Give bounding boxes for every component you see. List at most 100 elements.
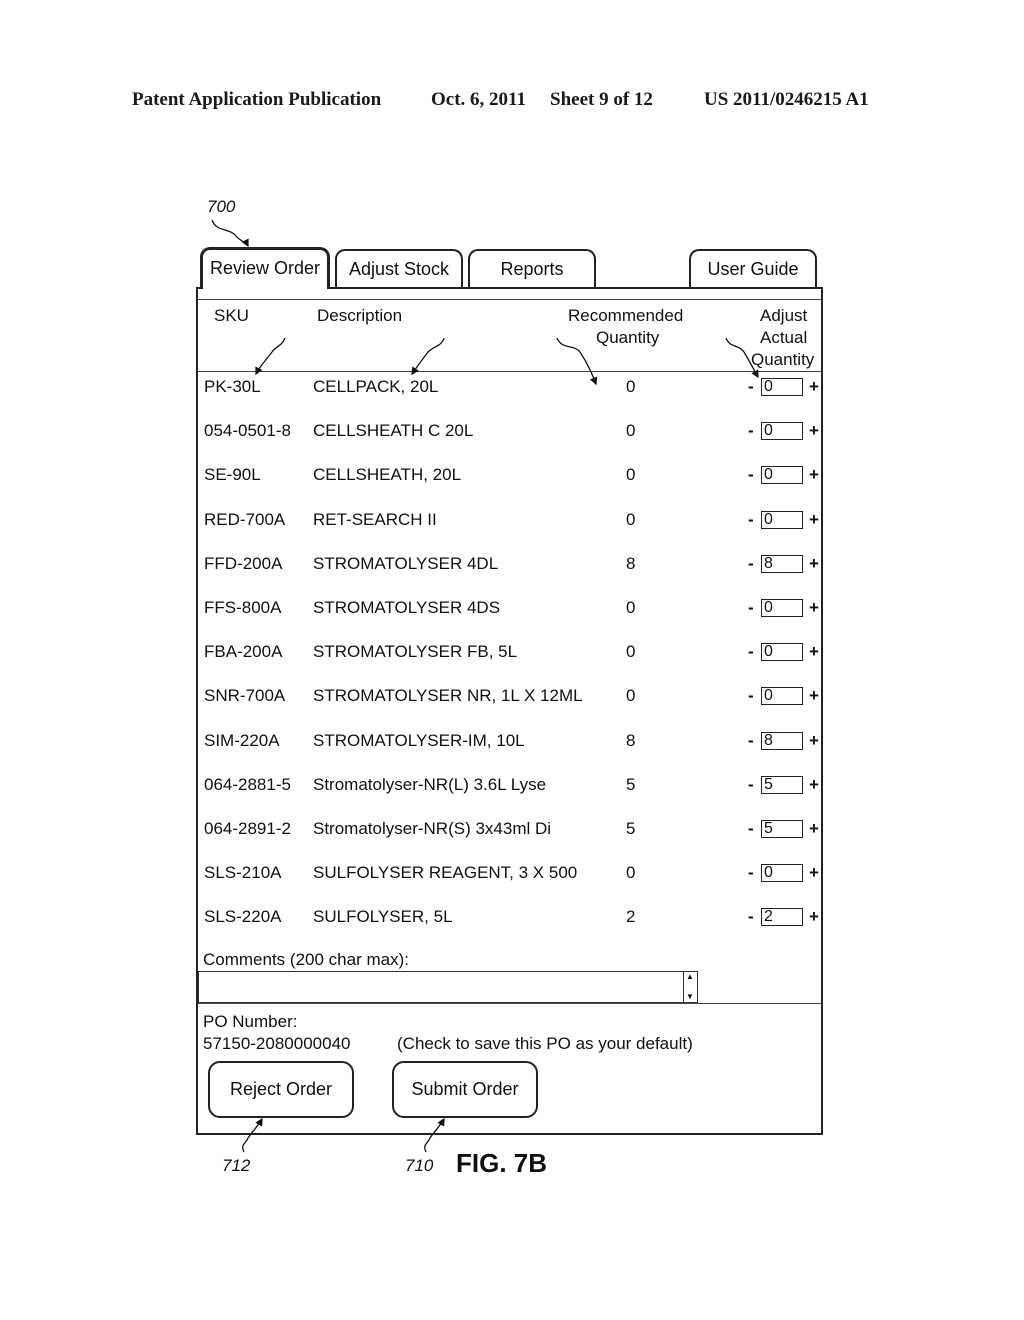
table-row: RED-700A RET-SEARCH II 0-0 + — [198, 505, 821, 535]
increment-button[interactable]: + — [809, 593, 819, 623]
po-number-value[interactable]: 57150-2080000040 — [203, 1034, 350, 1054]
increment-button[interactable]: + — [809, 416, 819, 446]
sku-cell: SLS-220A — [204, 907, 282, 927]
sku-cell: PK-30L — [204, 377, 261, 396]
decrement-button[interactable]: - — [748, 902, 754, 932]
recommended-quantity-cell: 0 — [626, 642, 636, 662]
decrement-button[interactable]: - — [748, 726, 754, 756]
decrement-button[interactable]: - — [748, 372, 754, 402]
increment-button[interactable]: + — [809, 726, 819, 756]
decrement-button[interactable]: - — [748, 681, 754, 711]
description-cell: STROMATOLYSER-IM, 10L — [313, 730, 525, 750]
decrement-button[interactable]: - — [748, 814, 754, 844]
header-recommended-line2: Quantity — [596, 328, 660, 347]
decrement-button[interactable]: - — [748, 460, 754, 490]
header-description: Description — [317, 306, 403, 325]
description-cell: RET-SEARCH II — [313, 509, 437, 529]
actual-quantity-input[interactable]: 0 — [761, 510, 803, 529]
recommended-quantity-cell: 0 — [626, 863, 636, 883]
increment-button[interactable]: + — [809, 460, 819, 490]
actual-quantity-input[interactable]: 5 — [761, 775, 803, 794]
actual-quantity-input[interactable]: 8 — [761, 554, 803, 573]
table-row: 064-2881-5 Stromatolyser-NR(L) 3.6L Lyse 5… — [198, 770, 821, 800]
table-row: SLS-210A SULFOLYSER REAGENT, 3 X 500 0-0 + — [198, 858, 821, 888]
publication-date: Oct. 6, 2011 — [431, 89, 526, 110]
actual-quantity-input[interactable]: 0 — [761, 378, 803, 396]
actual-quantity-input[interactable]: 0 — [761, 466, 803, 485]
actual-quantity-input[interactable]: 0 — [761, 599, 803, 617]
increment-button[interactable]: + — [809, 902, 819, 932]
decrement-button[interactable]: - — [748, 637, 754, 667]
actual-quantity-input[interactable]: 0 — [761, 687, 803, 706]
sku-cell: FFD-200A — [204, 553, 283, 573]
recommended-quantity-cell: 2 — [626, 907, 636, 927]
actual-quantity-input[interactable]: 0 — [761, 643, 803, 662]
po-default-checkbox-label[interactable]: (Check to save this PO as your default) — [397, 1034, 693, 1054]
description-cell: STROMATOLYSER FB, 5L — [313, 642, 518, 662]
description-cell: CELLSHEATH C 20L — [313, 421, 474, 441]
comments-label: Comments (200 char max): — [203, 950, 409, 969]
increment-button[interactable]: + — [809, 681, 819, 711]
table-row: SE-90L CELLSHEATH, 20L 0-0 + — [198, 460, 821, 490]
decrement-button[interactable]: - — [748, 505, 754, 535]
recommended-quantity-cell: 0 — [626, 465, 636, 485]
table-row: 054-0501-8 CELLSHEATH C 20L 0-0 + — [198, 416, 821, 446]
description-cell: SULFOLYSER REAGENT, 3 X 500 — [313, 863, 578, 883]
table-row: SNR-700A STROMATOLYSER NR, 1L X 12ML 0-0 + — [198, 681, 821, 711]
actual-quantity-input[interactable]: 2 — [761, 908, 803, 927]
decrement-button[interactable]: - — [748, 593, 754, 623]
reject-order-button[interactable]: Reject Order — [208, 1061, 354, 1118]
table-row: PK-30L CELLPACK, 20L 0-0 + — [198, 372, 821, 402]
description-cell: STROMATOLYSER NR, 1L X 12ML — [313, 686, 583, 706]
table-row: SLS-220A SULFOLYSER, 5L 2-2 + — [198, 902, 821, 932]
leader-700 — [211, 219, 249, 248]
submit-order-button[interactable]: Submit Order — [392, 1061, 538, 1118]
scroll-up-arrow-icon[interactable]: ▲ — [686, 973, 694, 981]
sku-cell: 054-0501-8 — [204, 421, 291, 441]
description-cell: Stromatolyser-NR(S) 3x43ml Di — [313, 819, 552, 838]
description-cell: Stromatolyser-NR(L) 3.6L Lyse — [313, 774, 547, 794]
table-row: 064-2891-2 Stromatolyser-NR(S) 3x43ml Di 5… — [198, 814, 821, 844]
increment-button[interactable]: + — [809, 637, 819, 667]
increment-button[interactable]: + — [809, 814, 819, 844]
review-order-panel: SKU Description Recommended Quantity Adj… — [196, 287, 823, 1135]
sku-cell: SE-90L — [204, 465, 261, 485]
increment-button[interactable]: + — [809, 770, 819, 800]
description-cell: CELLPACK, 20L — [313, 377, 439, 396]
ref-710: 710 — [405, 1156, 434, 1175]
recommended-quantity-cell: 8 — [626, 553, 636, 573]
actual-quantity-input[interactable]: 8 — [761, 731, 803, 750]
scroll-down-arrow-icon[interactable]: ▼ — [686, 993, 694, 1001]
decrement-button[interactable]: - — [748, 858, 754, 888]
tab-adjust-stock[interactable]: Adjust Stock — [335, 249, 463, 287]
increment-button[interactable]: + — [809, 372, 819, 402]
actual-quantity-input[interactable]: 0 — [761, 864, 803, 883]
description-cell: SULFOLYSER, 5L — [313, 907, 453, 927]
actual-quantity-input[interactable]: 0 — [761, 422, 803, 441]
table-row: FFD-200A STROMATOLYSER 4DL 8-8 + — [198, 549, 821, 579]
header-adjust-line2: Actual — [760, 328, 808, 347]
patent-number: US 2011/0246215 A1 — [704, 89, 869, 110]
decrement-button[interactable]: - — [748, 770, 754, 800]
increment-button[interactable]: + — [809, 549, 819, 579]
sheet-number: Sheet 9 of 12 — [550, 89, 653, 110]
figure-label: FIG. 7B — [456, 1148, 548, 1178]
ref-712: 712 — [222, 1156, 251, 1175]
comments-textarea[interactable]: ▲ ▼ — [198, 971, 698, 1003]
recommended-quantity-cell: 5 — [626, 819, 636, 838]
recommended-quantity-cell: 0 — [626, 421, 636, 441]
increment-button[interactable]: + — [809, 505, 819, 535]
table-row: FBA-200A STROMATOLYSER FB, 5L 0-0 + — [198, 637, 821, 667]
header-adjust-line3: Quantity — [751, 350, 815, 369]
tab-reports[interactable]: Reports — [468, 249, 596, 287]
tab-review-order[interactable]: Review Order — [200, 247, 330, 289]
increment-button[interactable]: + — [809, 858, 819, 888]
recommended-quantity-cell: 8 — [626, 730, 636, 750]
comments-scrollbar[interactable]: ▲ ▼ — [683, 972, 697, 1002]
tab-user-guide[interactable]: User Guide — [689, 249, 817, 287]
decrement-button[interactable]: - — [748, 416, 754, 446]
decrement-button[interactable]: - — [748, 549, 754, 579]
actual-quantity-input[interactable]: 5 — [761, 820, 803, 838]
sku-cell: FBA-200A — [204, 642, 283, 662]
recommended-quantity-cell: 0 — [626, 377, 636, 396]
